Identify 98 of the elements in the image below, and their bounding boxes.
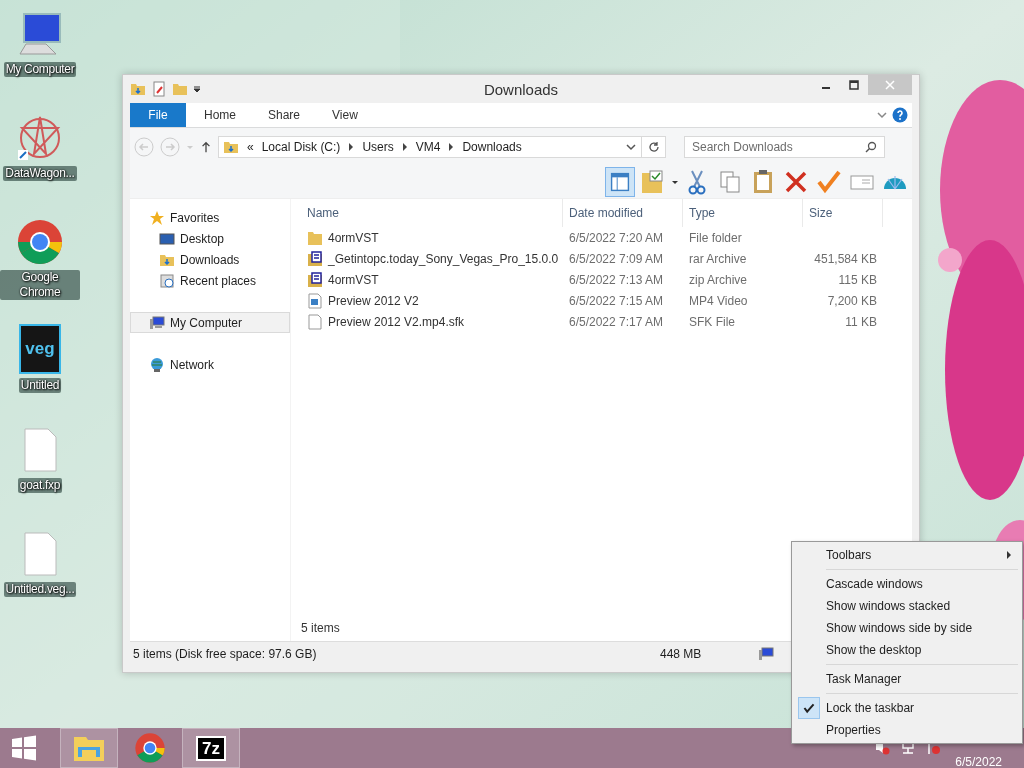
clock-date[interactable]: 6/5/2022 xyxy=(955,755,1002,768)
chevron-down-icon[interactable] xyxy=(625,141,637,153)
search-field[interactable]: Search Downloads xyxy=(684,136,885,158)
menu-item[interactable]: Cascade windows xyxy=(794,573,1020,595)
menu-item[interactable]: Show windows side by side xyxy=(794,617,1020,639)
windows-logo-icon[interactable] xyxy=(11,735,37,761)
folder-icon[interactable] xyxy=(130,81,146,97)
size-cell-text: 451,584 KB xyxy=(813,251,878,266)
breadcrumb-item[interactable]: VM4 xyxy=(415,140,441,154)
breadcrumb-arrow-icon[interactable] xyxy=(401,143,408,151)
date-cell-text: 6/5/2022 7:17 AM xyxy=(568,314,665,329)
properties-icon[interactable] xyxy=(151,81,167,97)
taskbar-button[interactable]: 7z xyxy=(182,728,240,768)
caret-icon[interactable] xyxy=(193,85,201,93)
type-cell-text: SFK File xyxy=(688,314,736,329)
window-title: Downloads xyxy=(483,80,559,98)
desktop-icon xyxy=(159,230,175,247)
menu-item[interactable]: Show windows stacked xyxy=(794,595,1020,617)
breadcrumb-arrow-icon[interactable] xyxy=(348,143,355,151)
column-header[interactable]: Name xyxy=(301,199,563,227)
minimize-icon xyxy=(822,87,830,89)
nav-item[interactable]: Recent places xyxy=(130,270,290,291)
veg-file-icon[interactable]: veg xyxy=(19,324,61,374)
network-icon xyxy=(149,356,165,373)
status-size: 448 MB xyxy=(660,647,703,661)
menu-item[interactable]: Show the desktop xyxy=(794,639,1020,661)
ribbon-tab[interactable]: File xyxy=(130,103,186,127)
desktop-icon-label[interactable]: Untitled xyxy=(18,378,62,393)
type-cell-text: File folder xyxy=(688,230,743,245)
type-cell-text: MP4 Video xyxy=(688,293,749,308)
file-icon xyxy=(307,313,323,330)
folder-icon xyxy=(307,229,323,246)
date-cell-text: 6/5/2022 7:15 AM xyxy=(568,293,665,308)
date-cell-text: 6/5/2022 7:13 AM xyxy=(568,272,665,287)
menu-item[interactable]: Properties xyxy=(794,719,1020,741)
address-bar[interactable]: « Local Disk (C:) Users VM4 Downloads xyxy=(218,136,642,158)
up-arrow-icon[interactable] xyxy=(200,141,212,153)
submenu-arrow-icon xyxy=(1006,551,1012,559)
chrome-icon xyxy=(134,732,166,764)
refresh-button[interactable] xyxy=(642,136,666,158)
type-cell-text: rar Archive xyxy=(688,251,748,266)
desktop-icon-label[interactable]: DataWagon... xyxy=(3,166,77,181)
chevron-down-icon[interactable] xyxy=(876,109,888,121)
file-name-cell[interactable]: _Getintopc.today_Sony_Vegas_Pro_15.0.0 xyxy=(301,250,563,267)
file-name-cell[interactable]: Preview 2012 V2 xyxy=(301,292,563,309)
caret-icon[interactable] xyxy=(671,178,679,186)
close-icon xyxy=(885,80,895,90)
search-icon[interactable] xyxy=(865,141,877,153)
column-header[interactable]: Size xyxy=(803,199,883,227)
recent-places-icon xyxy=(159,272,175,289)
breadcrumb-item[interactable]: Local Disk (C:) xyxy=(261,140,341,154)
desktop-icon-label[interactable]: Untitled.veg... xyxy=(3,582,77,597)
ribbon-tab[interactable]: Share xyxy=(254,103,315,127)
menu-item[interactable]: Lock the taskbar xyxy=(794,697,1020,719)
size-cell-text: 11 KB xyxy=(844,314,878,329)
nav-item[interactable]: Network xyxy=(130,354,290,375)
archive-icon xyxy=(307,250,323,267)
size-cell-text: 7,200 KB xyxy=(826,293,878,308)
overflow-chevron[interactable]: « xyxy=(247,140,254,154)
star-icon xyxy=(149,209,165,226)
file-name-cell[interactable]: 4ormVST xyxy=(301,229,563,246)
breadcrumb-arrow-icon[interactable] xyxy=(448,143,455,151)
ribbon-tab[interactable]: Home xyxy=(190,103,250,127)
folder-icon xyxy=(223,139,239,155)
archive-icon xyxy=(307,271,323,288)
file-name-cell[interactable]: Preview 2012 V2.mp4.sfk xyxy=(301,313,563,330)
flag-error-icon[interactable] xyxy=(926,741,942,755)
nav-item[interactable]: Downloads xyxy=(130,249,290,270)
type-cell-text: zip Archive xyxy=(688,272,749,287)
maximize-icon xyxy=(849,80,859,90)
preview-pane-icon[interactable] xyxy=(605,167,635,197)
breadcrumb-item[interactable]: Downloads xyxy=(462,140,522,154)
item-count: 5 items xyxy=(301,621,340,635)
desktop-icon-label[interactable]: goat.fxp xyxy=(17,478,63,493)
refresh-icon xyxy=(647,141,660,153)
nav-item[interactable]: Favorites xyxy=(130,207,290,228)
ribbon-tab[interactable]: View xyxy=(318,103,372,127)
speaker-muted-icon[interactable] xyxy=(874,741,890,755)
computer-icon xyxy=(149,314,165,331)
help-icon[interactable] xyxy=(892,107,908,123)
desktop-icon-label[interactable]: Google Chrome xyxy=(0,270,80,300)
desktop-icon-label[interactable]: My Computer xyxy=(3,62,77,77)
menu-item[interactable]: Toolbars xyxy=(794,544,1020,566)
file-name-cell[interactable]: 4ormVST xyxy=(301,271,563,288)
nav-item[interactable]: Desktop xyxy=(130,228,290,249)
date-cell-text: 6/5/2022 7:09 AM xyxy=(568,251,665,266)
video-file-icon xyxy=(307,292,323,309)
nav-item[interactable]: My Computer xyxy=(130,312,290,333)
status-summary: 5 items (Disk free space: 97.6 GB) xyxy=(133,647,317,661)
breadcrumb-item[interactable]: Users xyxy=(362,140,394,154)
chrome-icon[interactable] xyxy=(16,218,64,266)
menu-item[interactable]: Task Manager xyxy=(794,668,1020,690)
date-cell-text: 6/5/2022 7:20 AM xyxy=(568,230,665,245)
computer-icon[interactable] xyxy=(16,10,64,58)
size-cell-text: 115 KB xyxy=(837,272,878,287)
column-header[interactable]: Date modified xyxy=(563,199,683,227)
computer-icon xyxy=(758,646,774,662)
column-header[interactable]: Type xyxy=(683,199,803,227)
